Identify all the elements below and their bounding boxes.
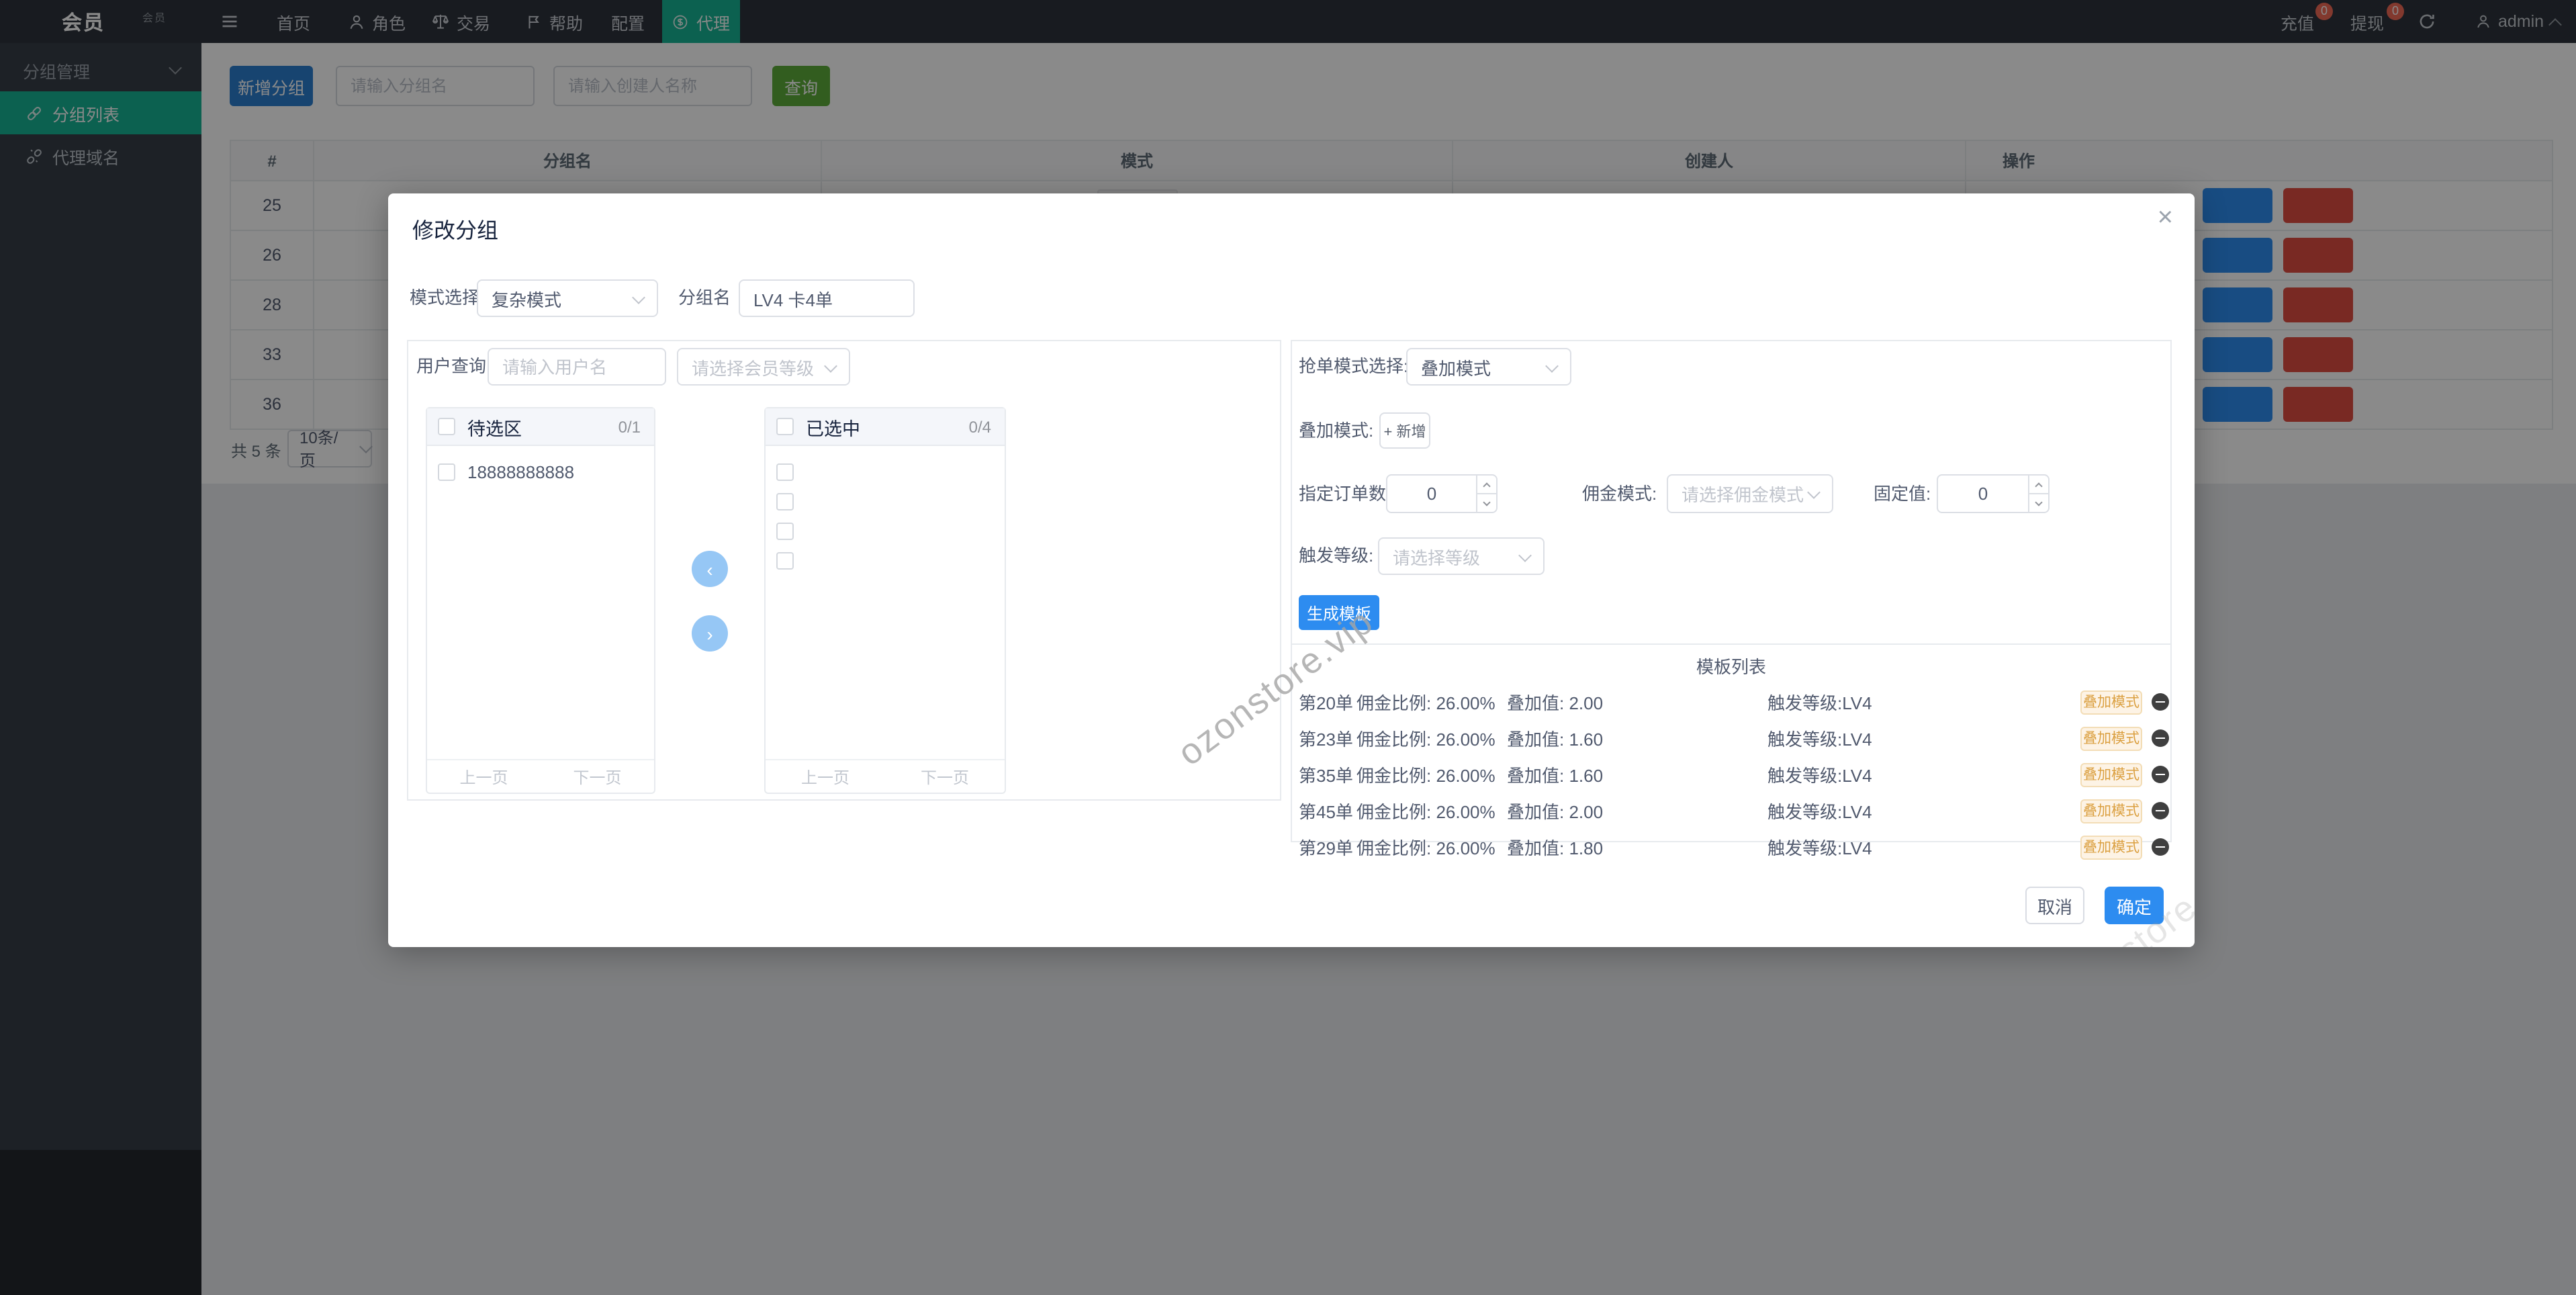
app-root: 会员 会员 首页 角色 交易 帮助 配置 代理 充值 0 提现 0 admin … xyxy=(0,0,2576,1295)
template-row: 第35单 佣金比例: 26.00% 叠加值: 1.60 触发等级:LV4 叠加模… xyxy=(1292,756,2170,793)
close-icon[interactable]: × xyxy=(2158,204,2173,231)
list-item[interactable] xyxy=(766,516,1005,545)
chevron-down-icon xyxy=(824,359,837,372)
item-checkbox[interactable] xyxy=(776,551,794,569)
source-list-pagination: 上一页 下一页 xyxy=(427,759,654,793)
item-checkbox[interactable] xyxy=(776,522,794,539)
modal-title: 修改分组 xyxy=(412,220,499,243)
edit-group-modal: 修改分组 × 模式选择 复杂模式 分组名 用户查询 请选择会员等级 xyxy=(388,193,2195,947)
source-count: 0/1 xyxy=(618,417,641,436)
stack-mode-tag: 叠加模式 xyxy=(2080,835,2142,859)
list-item[interactable] xyxy=(766,486,1005,516)
remove-template-icon[interactable] xyxy=(2152,693,2169,711)
template-list-title: 模板列表 xyxy=(1696,657,1766,677)
group-name-input[interactable] xyxy=(739,279,915,317)
grab-mode-select[interactable]: 叠加模式 xyxy=(1406,348,1571,386)
list-item[interactable] xyxy=(766,545,1005,575)
chevron-down-icon xyxy=(632,290,645,304)
step-down-icon[interactable] xyxy=(1477,493,1496,512)
step-down-icon[interactable] xyxy=(2029,493,2048,512)
select-all-checkbox[interactable] xyxy=(776,418,794,435)
list-item[interactable] xyxy=(766,457,1005,486)
confirm-button[interactable]: 确定 xyxy=(2105,887,2164,924)
grab-mode-label: 抢单模式选择: xyxy=(1299,356,1409,376)
trigger-level-label: 触发等级: xyxy=(1299,545,1374,566)
template-row: 第45单 佣金比例: 26.00% 叠加值: 2.00 触发等级:LV4 叠加模… xyxy=(1292,793,2170,829)
source-list-header: 待选区 0/1 xyxy=(427,408,654,446)
remove-template-icon[interactable] xyxy=(2152,838,2169,856)
step-up-icon[interactable] xyxy=(2029,476,2048,493)
username-input[interactable] xyxy=(488,348,666,386)
chevron-down-icon xyxy=(1518,548,1532,562)
commission-mode-label: 佣金模式: xyxy=(1582,484,1657,504)
fixed-value-stepper[interactable] xyxy=(1937,474,2050,513)
member-level-select[interactable]: 请选择会员等级 xyxy=(677,348,850,386)
template-list-section: 模板列表 第20单 佣金比例: 26.00% 叠加值: 2.00 触发等级:LV… xyxy=(1292,643,2170,865)
item-checkbox[interactable] xyxy=(438,463,455,480)
select-all-checkbox[interactable] xyxy=(438,418,455,435)
grab-mode-panel: 抢单模式选择: 叠加模式 叠加模式: + 新增 指定订单数: 佣金模式: 请选择… xyxy=(1291,340,2172,859)
mode-select[interactable]: 复杂模式 xyxy=(477,279,658,317)
target-title: 已选中 xyxy=(806,418,860,439)
move-right-button[interactable]: › xyxy=(692,615,728,652)
template-row: 第23单 佣金比例: 26.00% 叠加值: 1.60 触发等级:LV4 叠加模… xyxy=(1292,720,2170,756)
trigger-level-select[interactable]: 请选择等级 xyxy=(1378,537,1545,575)
prev-page-link[interactable]: 上一页 xyxy=(801,765,849,788)
order-count-stepper[interactable] xyxy=(1386,474,1498,513)
list-item[interactable]: 18888888888 xyxy=(427,457,654,486)
source-title: 待选区 xyxy=(467,418,522,439)
next-page-link[interactable]: 下一页 xyxy=(921,765,969,788)
transfer-source-list: 待选区 0/1 18888888888 上一页 下一页 xyxy=(426,407,655,794)
chevron-down-icon xyxy=(1807,486,1821,499)
stack-mode-label: 叠加模式: xyxy=(1299,420,1374,441)
user-query-label: 用户查询 xyxy=(416,356,487,376)
transfer-target-list: 已选中 0/4 上一页 下一页 xyxy=(764,407,1006,794)
template-row: 第29单 佣金比例: 26.00% 叠加值: 1.80 触发等级:LV4 叠加模… xyxy=(1292,829,2170,865)
template-row: 第20单 佣金比例: 26.00% 叠加值: 2.00 触发等级:LV4 叠加模… xyxy=(1292,684,2170,720)
next-page-link[interactable]: 下一页 xyxy=(573,765,621,788)
remove-template-icon[interactable] xyxy=(2152,802,2169,819)
item-checkbox[interactable] xyxy=(776,463,794,480)
target-count: 0/4 xyxy=(968,417,991,436)
add-new-button[interactable]: + 新增 xyxy=(1379,412,1430,449)
prev-page-link[interactable]: 上一页 xyxy=(459,765,508,788)
move-left-button[interactable]: ‹ xyxy=(692,551,728,587)
remove-template-icon[interactable] xyxy=(2152,766,2169,783)
remove-template-icon[interactable] xyxy=(2152,729,2169,747)
stack-mode-tag: 叠加模式 xyxy=(2080,726,2142,750)
user-select-panel: 用户查询 请选择会员等级 待选区 0/1 18888888888 xyxy=(407,340,1281,801)
group-name-label: 分组名 xyxy=(678,287,731,308)
order-count-label: 指定订单数: xyxy=(1299,484,1391,504)
step-up-icon[interactable] xyxy=(1477,476,1496,493)
generate-template-button[interactable]: 生成模板 xyxy=(1299,595,1379,630)
cancel-button[interactable]: 取消 xyxy=(2025,887,2084,924)
target-list-header: 已选中 0/4 xyxy=(766,408,1005,446)
commission-mode-select[interactable]: 请选择佣金模式 xyxy=(1667,474,1833,513)
stack-mode-tag: 叠加模式 xyxy=(2080,690,2142,714)
fixed-value-label: 固定值: xyxy=(1874,484,1931,504)
stack-mode-tag: 叠加模式 xyxy=(2080,762,2142,787)
mode-select-label: 模式选择 xyxy=(410,287,480,308)
item-checkbox[interactable] xyxy=(776,492,794,510)
target-list-pagination: 上一页 下一页 xyxy=(766,759,1005,793)
stack-mode-tag: 叠加模式 xyxy=(2080,799,2142,823)
chevron-down-icon xyxy=(1545,359,1559,372)
